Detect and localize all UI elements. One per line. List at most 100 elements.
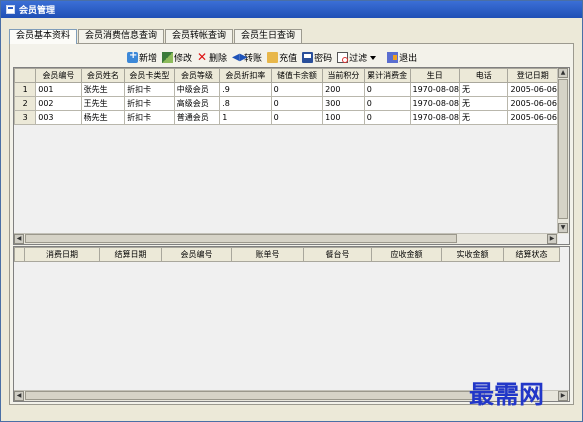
- tab-member-consumption-query[interactable]: 会员消费信息查询: [78, 29, 165, 43]
- table-cell[interactable]: 无: [458, 96, 509, 111]
- table-cell[interactable]: 折扣卡: [124, 82, 175, 97]
- add-icon: [127, 50, 138, 63]
- column-header[interactable]: 消费日期: [24, 247, 100, 262]
- column-header[interactable]: 会员卡类型: [124, 68, 175, 83]
- tab-member-birthday-query[interactable]: 会员生日查询: [234, 29, 303, 43]
- exit-icon: [387, 51, 399, 63]
- table-cell[interactable]: 2005-06-06: [507, 110, 558, 125]
- delete-icon: ✕: [197, 49, 208, 64]
- column-header[interactable]: 生日: [409, 68, 460, 83]
- recharge-icon: [267, 51, 279, 63]
- table-cell[interactable]: 002: [35, 96, 82, 111]
- password-label: 密码: [314, 53, 333, 64]
- table-cell[interactable]: 001: [35, 82, 82, 97]
- column-header[interactable]: 会员等级: [173, 68, 221, 83]
- table-cell[interactable]: 杨先生: [80, 110, 126, 125]
- column-header[interactable]: 结算状态: [503, 247, 560, 262]
- column-header[interactable]: 实收金额: [441, 247, 504, 262]
- table-cell[interactable]: 王先生: [80, 96, 126, 111]
- column-header[interactable]: 登记日期: [507, 68, 558, 83]
- scroll-thumb[interactable]: [25, 391, 485, 400]
- column-header[interactable]: 会员折扣率: [219, 68, 272, 83]
- scroll-right-icon[interactable]: ▶: [547, 234, 557, 244]
- member-table-header: 会员编号 会员姓名 会员卡类型 会员等级 会员折扣率 储值卡余额 当前积分 累计…: [14, 68, 569, 83]
- filter-icon: [337, 51, 349, 63]
- table-cell[interactable]: 中级会员: [173, 82, 221, 97]
- tab-member-transfer-query[interactable]: 会员转帐查询: [165, 29, 234, 43]
- edit-label: 修改: [174, 53, 193, 64]
- toolbar: 新增 修改 ✕ 删除 ◀▶ 转账 充值 密码 过滤 退出: [127, 49, 422, 65]
- column-header[interactable]: 电话: [458, 68, 509, 83]
- column-header[interactable]: 储值卡余额: [270, 68, 324, 83]
- member-table: 会员编号 会员姓名 会员卡类型 会员等级 会员折扣率 储值卡余额 当前积分 累计…: [14, 68, 569, 125]
- scroll-right-icon[interactable]: ▶: [558, 391, 568, 401]
- exit-button[interactable]: 退出: [387, 51, 417, 64]
- table-cell[interactable]: 100: [322, 110, 365, 125]
- table-cell[interactable]: 无: [458, 82, 509, 97]
- column-header[interactable]: 结算日期: [99, 247, 162, 262]
- table-cell[interactable]: 300: [322, 96, 365, 111]
- table-cell[interactable]: 1970-08-08: [409, 96, 460, 111]
- table-cell[interactable]: 2005-06-06: [507, 82, 558, 97]
- table-cell[interactable]: 0: [270, 110, 324, 125]
- edit-icon: [162, 51, 174, 63]
- table-cell[interactable]: 普通会员: [173, 110, 221, 125]
- table-cell[interactable]: 0: [363, 110, 411, 125]
- transfer-button[interactable]: ◀▶ 转账: [232, 51, 262, 64]
- table-cell[interactable]: 1970-08-08: [409, 110, 460, 125]
- member-grid-horizontal-scrollbar[interactable]: ◀ ▶: [14, 233, 558, 244]
- table-cell[interactable]: 高级会员: [173, 96, 221, 111]
- table-row[interactable]: 2 002 王先生 折扣卡 高级会员 .8 0 300 0 1970-08-08…: [14, 96, 569, 111]
- password-button[interactable]: 密码: [302, 51, 332, 64]
- filter-label: 过滤: [349, 53, 368, 64]
- scroll-left-icon[interactable]: ◀: [14, 234, 24, 244]
- recharge-button[interactable]: 充值: [267, 51, 297, 64]
- add-label: 新增: [139, 53, 158, 64]
- column-header[interactable]: 累计消费金: [363, 68, 411, 83]
- table-cell[interactable]: 0: [363, 96, 411, 111]
- table-row[interactable]: 1 001 张先生 折扣卡 中级会员 .9 0 200 0 1970-08-08…: [14, 82, 569, 97]
- table-cell[interactable]: 折扣卡: [124, 96, 175, 111]
- scroll-left-icon[interactable]: ◀: [14, 391, 24, 401]
- row-number: 1: [14, 82, 37, 97]
- row-number: 3: [14, 110, 37, 125]
- scroll-down-icon[interactable]: ▼: [558, 223, 568, 233]
- column-header[interactable]: 当前积分: [322, 68, 365, 83]
- recharge-label: 充值: [279, 53, 298, 64]
- table-cell[interactable]: .9: [219, 82, 272, 97]
- table-row[interactable]: 3 003 杨先生 折扣卡 普通会员 1 0 100 0 1970-08-08 …: [14, 110, 569, 125]
- column-header[interactable]: 会员编号: [161, 247, 232, 262]
- add-button[interactable]: 新增: [127, 50, 158, 64]
- column-header[interactable]: 餐台号: [303, 247, 372, 262]
- scroll-up-icon[interactable]: ▲: [558, 68, 568, 78]
- table-cell[interactable]: 1: [219, 110, 272, 125]
- member-grid-vertical-scrollbar[interactable]: ▲ ▼: [557, 68, 569, 234]
- window-icon: [6, 5, 15, 14]
- table-cell[interactable]: .8: [219, 96, 272, 111]
- table-cell[interactable]: 200: [322, 82, 365, 97]
- table-cell[interactable]: 张先生: [80, 82, 126, 97]
- chevron-down-icon[interactable]: [370, 52, 377, 63]
- edit-button[interactable]: 修改: [162, 51, 192, 64]
- member-management-window: 会员管理 会员基本资料 会员消费信息查询 会员转帐查询 会员生日查询 新增 修改…: [0, 0, 583, 422]
- scroll-thumb[interactable]: [25, 234, 457, 243]
- table-cell[interactable]: 1970-08-08: [409, 82, 460, 97]
- scroll-thumb[interactable]: [558, 79, 568, 219]
- member-grid: 会员编号 会员姓名 会员卡类型 会员等级 会员折扣率 储值卡余额 当前积分 累计…: [13, 67, 570, 245]
- table-cell[interactable]: 无: [458, 110, 509, 125]
- delete-button[interactable]: ✕ 删除: [197, 51, 227, 64]
- table-cell[interactable]: 折扣卡: [124, 110, 175, 125]
- column-header[interactable]: 会员姓名: [80, 68, 126, 83]
- column-header[interactable]: 账单号: [231, 247, 304, 262]
- tab-member-basic-info[interactable]: 会员基本资料: [9, 29, 78, 44]
- table-cell[interactable]: 003: [35, 110, 82, 125]
- column-header[interactable]: 会员编号: [35, 68, 82, 83]
- table-cell[interactable]: 2005-06-06: [507, 96, 558, 111]
- password-icon: [302, 51, 314, 63]
- filter-button[interactable]: 过滤: [337, 51, 382, 64]
- table-cell[interactable]: 0: [270, 96, 324, 111]
- exit-label: 退出: [399, 53, 418, 64]
- table-cell[interactable]: 0: [270, 82, 324, 97]
- column-header[interactable]: 应收金额: [371, 247, 442, 262]
- table-cell[interactable]: 0: [363, 82, 411, 97]
